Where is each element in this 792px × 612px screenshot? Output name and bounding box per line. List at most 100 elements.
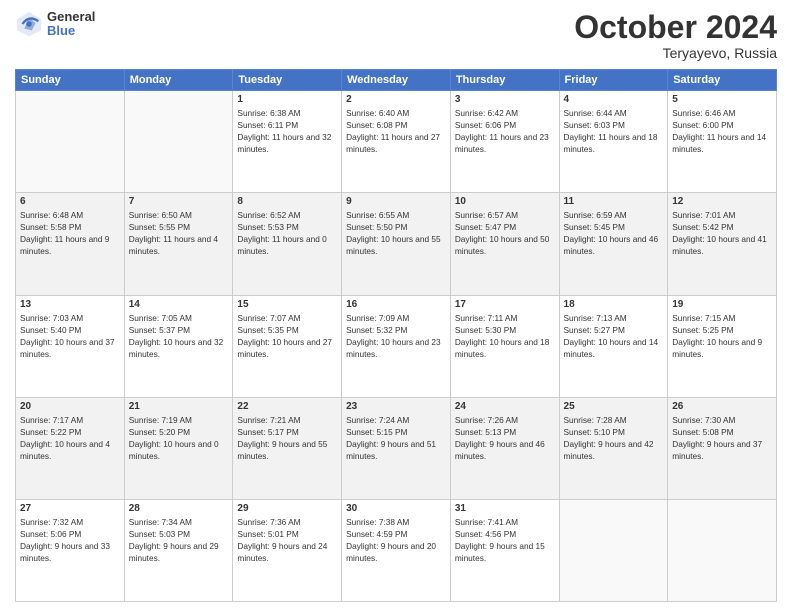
day-number: 10 [455,196,555,207]
day-number: 21 [129,401,229,412]
day-info: Sunrise: 7:21 AMSunset: 5:17 PMDaylight:… [237,414,337,462]
calendar-cell: 22 Sunrise: 7:21 AMSunset: 5:17 PMDayligh… [233,397,342,499]
day-number: 7 [129,196,229,207]
month-title: October 2024 [574,10,777,45]
day-info: Sunrise: 7:28 AMSunset: 5:10 PMDaylight:… [564,414,664,462]
day-info: Sunrise: 6:38 AMSunset: 6:11 PMDaylight:… [237,107,337,155]
day-number: 30 [346,503,446,514]
calendar-header-monday: Monday [124,70,233,91]
calendar-cell: 2 Sunrise: 6:40 AMSunset: 6:08 PMDaylight… [342,91,451,193]
day-number: 17 [455,299,555,310]
day-info: Sunrise: 7:26 AMSunset: 5:13 PMDaylight:… [455,414,555,462]
day-number: 15 [237,299,337,310]
calendar-header-friday: Friday [559,70,668,91]
day-info: Sunrise: 7:24 AMSunset: 5:15 PMDaylight:… [346,414,446,462]
calendar-week-1: 1 Sunrise: 6:38 AMSunset: 6:11 PMDaylight… [16,91,777,193]
day-info: Sunrise: 7:19 AMSunset: 5:20 PMDaylight:… [129,414,229,462]
day-number: 3 [455,94,555,105]
calendar-cell [668,499,777,601]
day-info: Sunrise: 6:40 AMSunset: 6:08 PMDaylight:… [346,107,446,155]
day-info: Sunrise: 7:07 AMSunset: 5:35 PMDaylight:… [237,312,337,360]
logo-general: General [47,10,95,24]
calendar-cell: 1 Sunrise: 6:38 AMSunset: 6:11 PMDaylight… [233,91,342,193]
day-number: 18 [564,299,664,310]
logo-text: General Blue [47,10,95,39]
day-number: 13 [20,299,120,310]
day-number: 23 [346,401,446,412]
calendar-cell: 11 Sunrise: 6:59 AMSunset: 5:45 PMDayligh… [559,193,668,295]
day-info: Sunrise: 6:46 AMSunset: 6:00 PMDaylight:… [672,107,772,155]
day-info: Sunrise: 7:32 AMSunset: 5:06 PMDaylight:… [20,516,120,564]
day-number: 16 [346,299,446,310]
day-number: 2 [346,94,446,105]
calendar-header-saturday: Saturday [668,70,777,91]
day-number: 6 [20,196,120,207]
logo-icon [15,10,43,38]
day-info: Sunrise: 7:34 AMSunset: 5:03 PMDaylight:… [129,516,229,564]
day-info: Sunrise: 6:55 AMSunset: 5:50 PMDaylight:… [346,209,446,257]
day-number: 25 [564,401,664,412]
calendar-cell [124,91,233,193]
calendar-cell: 19 Sunrise: 7:15 AMSunset: 5:25 PMDayligh… [668,295,777,397]
calendar-week-2: 6 Sunrise: 6:48 AMSunset: 5:58 PMDaylight… [16,193,777,295]
day-number: 14 [129,299,229,310]
day-info: Sunrise: 7:36 AMSunset: 5:01 PMDaylight:… [237,516,337,564]
calendar-cell: 27 Sunrise: 7:32 AMSunset: 5:06 PMDayligh… [16,499,125,601]
day-info: Sunrise: 7:09 AMSunset: 5:32 PMDaylight:… [346,312,446,360]
day-info: Sunrise: 7:15 AMSunset: 5:25 PMDaylight:… [672,312,772,360]
calendar-week-5: 27 Sunrise: 7:32 AMSunset: 5:06 PMDayligh… [16,499,777,601]
calendar-cell: 21 Sunrise: 7:19 AMSunset: 5:20 PMDayligh… [124,397,233,499]
calendar-cell: 12 Sunrise: 7:01 AMSunset: 5:42 PMDayligh… [668,193,777,295]
calendar-cell: 30 Sunrise: 7:38 AMSunset: 4:59 PMDayligh… [342,499,451,601]
day-info: Sunrise: 7:11 AMSunset: 5:30 PMDaylight:… [455,312,555,360]
day-number: 20 [20,401,120,412]
day-number: 22 [237,401,337,412]
day-number: 1 [237,94,337,105]
calendar-cell: 18Sunrise: 7:13 AMSunset: 5:27 PMDayligh… [559,295,668,397]
calendar-cell: 10 Sunrise: 6:57 AMSunset: 5:47 PMDayligh… [450,193,559,295]
calendar-cell: 15 Sunrise: 7:07 AMSunset: 5:35 PMDayligh… [233,295,342,397]
title-block: October 2024 Teryayevo, Russia [574,10,777,61]
day-info: Sunrise: 6:42 AMSunset: 6:06 PMDaylight:… [455,107,555,155]
calendar-cell [16,91,125,193]
calendar-cell: 23 Sunrise: 7:24 AMSunset: 5:15 PMDayligh… [342,397,451,499]
day-number: 27 [20,503,120,514]
calendar-header-thursday: Thursday [450,70,559,91]
day-number: 4 [564,94,664,105]
calendar-cell: 29 Sunrise: 7:36 AMSunset: 5:01 PMDayligh… [233,499,342,601]
calendar-cell: 14Sunrise: 7:05 AMSunset: 5:37 PMDayligh… [124,295,233,397]
day-info: Sunrise: 7:41 AMSunset: 4:56 PMDaylight:… [455,516,555,564]
calendar-cell [559,499,668,601]
day-info: Sunrise: 6:50 AMSunset: 5:55 PMDaylight:… [129,209,229,257]
day-info: Sunrise: 7:01 AMSunset: 5:42 PMDaylight:… [672,209,772,257]
logo-blue: Blue [47,24,95,38]
calendar-cell: 13Sunrise: 7:03 AMSunset: 5:40 PMDayligh… [16,295,125,397]
header: General Blue October 2024 Teryayevo, Rus… [15,10,777,61]
calendar-header-tuesday: Tuesday [233,70,342,91]
calendar-header-sunday: Sunday [16,70,125,91]
day-number: 29 [237,503,337,514]
day-number: 28 [129,503,229,514]
logo: General Blue [15,10,95,39]
day-number: 9 [346,196,446,207]
day-info: Sunrise: 7:17 AMSunset: 5:22 PMDaylight:… [20,414,120,462]
day-info: Sunrise: 6:57 AMSunset: 5:47 PMDaylight:… [455,209,555,257]
page: General Blue October 2024 Teryayevo, Rus… [0,0,792,612]
day-info: Sunrise: 6:59 AMSunset: 5:45 PMDaylight:… [564,209,664,257]
calendar-week-4: 20 Sunrise: 7:17 AMSunset: 5:22 PMDayligh… [16,397,777,499]
calendar-cell: 16 Sunrise: 7:09 AMSunset: 5:32 PMDayligh… [342,295,451,397]
calendar-cell: 8 Sunrise: 6:52 AMSunset: 5:53 PMDaylight… [233,193,342,295]
day-number: 11 [564,196,664,207]
calendar-cell: 20 Sunrise: 7:17 AMSunset: 5:22 PMDayligh… [16,397,125,499]
day-number: 24 [455,401,555,412]
day-info: Sunrise: 6:44 AMSunset: 6:03 PMDaylight:… [564,107,664,155]
day-info: Sunrise: 7:38 AMSunset: 4:59 PMDaylight:… [346,516,446,564]
day-number: 26 [672,401,772,412]
day-info: Sunrise: 6:52 AMSunset: 5:53 PMDaylight:… [237,209,337,257]
day-number: 8 [237,196,337,207]
calendar-cell: 26Sunrise: 7:30 AMSunset: 5:08 PMDayligh… [668,397,777,499]
day-number: 12 [672,196,772,207]
day-info: Sunrise: 6:48 AMSunset: 5:58 PMDaylight:… [20,209,120,257]
day-number: 19 [672,299,772,310]
calendar-cell: 3 Sunrise: 6:42 AMSunset: 6:06 PMDaylight… [450,91,559,193]
